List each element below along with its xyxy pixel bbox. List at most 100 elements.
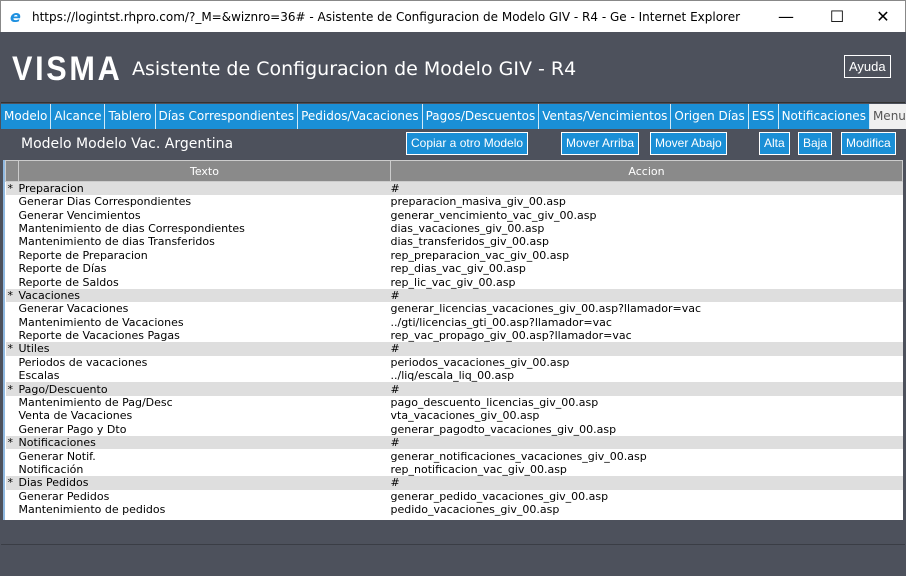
row-texto: Generar Dias Correspondientes	[18, 195, 192, 209]
row-marker	[6, 208, 19, 221]
copy-model-button[interactable]: Copiar a otro Modelo	[406, 132, 529, 155]
group-row[interactable]: * Dias Pedidos #	[5, 476, 903, 490]
tab-modelo[interactable]: Modelo	[1, 104, 52, 129]
minimize-button[interactable]: —	[776, 7, 796, 26]
row-marker	[6, 490, 19, 503]
row-accion: periodos_vacaciones_giv_00.asp	[390, 355, 570, 369]
row-accion: #	[390, 181, 903, 195]
row-texto: Escalas	[18, 369, 60, 383]
table-row[interactable]: Reporte de Preparacion rep_preparacion_va…	[6, 249, 903, 262]
row-marker	[6, 222, 19, 235]
delete-button[interactable]: Baja	[798, 132, 833, 155]
table-row[interactable]: Generar Dias Correspondientes preparacion…	[6, 195, 903, 208]
row-marker	[6, 235, 19, 248]
row-texto: Generar Notif.	[18, 449, 96, 463]
tab-pedidos-vacaciones[interactable]: Pedidos/Vacaciones	[298, 104, 423, 129]
model-name: Modelo Modelo Vac. Argentina	[21, 136, 234, 152]
row-texto: Mantenimiento de Pag/Desc	[18, 396, 173, 410]
row-texto: Notificación	[18, 463, 84, 476]
close-button[interactable]: ✕	[873, 7, 893, 26]
row-texto: Mantenimiento de pedidos	[18, 503, 166, 517]
table-row[interactable]: Mantenimiento de pedidos pedido_vacacione…	[6, 503, 903, 516]
table-row[interactable]: Mantenimiento de dias Correspondientes di…	[6, 222, 903, 235]
help-button[interactable]: Ayuda	[844, 55, 891, 78]
table-row[interactable]: Reporte de Vacaciones Pagas rep_vac_propa…	[6, 329, 903, 342]
tab-ess[interactable]: ESS	[748, 104, 779, 129]
row-marker: *	[5, 288, 19, 303]
row-accion: rep_vac_propago_giv_00.asp?llamador=vac	[390, 329, 632, 343]
row-texto: Generar Vencimientos	[18, 208, 141, 222]
tab-d-as-correspondientes[interactable]: Días Correspondientes	[155, 104, 299, 129]
row-texto: Reporte de Días	[18, 262, 107, 276]
group-row[interactable]: * Utiles #	[5, 342, 903, 356]
add-button[interactable]: Alta	[759, 132, 790, 155]
window-titlebar: e https://logintst.rhpro.com/?_M=&wiznro…	[0, 0, 906, 32]
group-row[interactable]: * Notificaciones #	[5, 436, 903, 450]
edit-button[interactable]: Modifica	[841, 132, 896, 155]
row-marker	[6, 463, 19, 476]
move-up-button[interactable]: Mover Arriba	[561, 132, 640, 155]
tab-ventas-vencimientos[interactable]: Ventas/Vencimientos	[539, 104, 672, 129]
visma-logo: VISMA	[12, 50, 123, 88]
row-texto: Reporte de Saldos	[18, 275, 119, 289]
row-texto: Reporte de Vacaciones Pagas	[18, 329, 180, 343]
row-accion: generar_pagodto_vacaciones_giv_00.asp	[390, 422, 617, 436]
row-texto: Mantenimiento de Vacaciones	[18, 315, 184, 329]
group-row[interactable]: * Pago/Descuento #	[5, 382, 903, 396]
row-accion: generar_notificaciones_vacaciones_giv_00…	[390, 449, 647, 463]
row-accion: #	[390, 288, 903, 303]
row-accion: rep_dias_vac_giv_00.asp	[390, 262, 526, 276]
table-row[interactable]: Generar Notif. generar_notificaciones_vac…	[6, 449, 903, 463]
table-row[interactable]: Generar Vacaciones generar_licencias_vaca…	[6, 302, 903, 315]
row-marker	[6, 316, 19, 329]
row-marker	[6, 275, 19, 288]
col-marker	[5, 160, 19, 182]
menu-table: Texto Accion * Preparacion # Generar Dias C…	[3, 160, 903, 520]
row-accion: generar_licencias_vacaciones_giv_00.asp?…	[390, 302, 702, 316]
row-marker	[6, 409, 19, 422]
row-texto: Generar Vacaciones	[18, 302, 129, 316]
maximize-button[interactable]: ☐	[827, 7, 847, 26]
tab-pagos-descuentos[interactable]: Pagos/Descuentos	[422, 104, 540, 129]
tab-origen-d-as[interactable]: Origen Días	[671, 104, 749, 129]
row-accion: vta_vacaciones_giv_00.asp	[390, 409, 540, 423]
table-row[interactable]: Mantenimiento de Vacaciones ../gti/licenc…	[6, 316, 903, 329]
tab-menu[interactable]: Menu	[869, 104, 906, 129]
row-texto: Generar Pago y Dto	[18, 422, 127, 436]
toolbar: Modelo Modelo Vac. Argentina Copiar a ot…	[1, 129, 905, 159]
table-row[interactable]: Generar Pedidos generar_pedido_vacaciones…	[6, 490, 903, 503]
internet-explorer-icon: e	[10, 6, 21, 26]
move-down-button[interactable]: Mover Abajo	[650, 132, 727, 155]
tab-notificaciones[interactable]: Notificaciones	[778, 104, 870, 129]
table-row[interactable]: Periodos de vacaciones periodos_vacacione…	[6, 356, 903, 369]
row-marker: *	[5, 382, 19, 396]
group-row[interactable]: * Vacaciones #	[5, 288, 903, 303]
table-row[interactable]: Reporte de Días rep_dias_vac_giv_00.asp	[6, 262, 903, 275]
table-row[interactable]: Venta de Vacaciones vta_vacaciones_giv_00…	[6, 409, 903, 422]
table-row[interactable]: Generar Vencimientos generar_vencimiento_…	[6, 208, 903, 222]
row-marker	[6, 249, 19, 262]
row-accion: rep_notificacion_vac_giv_00.asp	[390, 463, 567, 476]
row-texto: Mantenimiento de dias Transferidos	[18, 235, 215, 249]
row-texto: Mantenimiento de dias Correspondientes	[18, 221, 245, 235]
table-row[interactable]: Escalas ../liq/escala_liq_00.asp	[6, 369, 903, 382]
group-row[interactable]: * Preparacion #	[5, 181, 903, 195]
row-marker	[6, 302, 19, 315]
table-row[interactable]: Notificación rep_notificacion_vac_giv_00.…	[6, 463, 903, 476]
table-row[interactable]: Mantenimiento de dias Transferidos dias_t…	[6, 235, 903, 248]
table-row[interactable]: Reporte de Saldos rep_lic_vac_giv_00.asp	[6, 275, 903, 289]
tab-alcance[interactable]: Alcance	[51, 104, 106, 129]
row-marker: *	[5, 436, 19, 450]
row-accion: #	[390, 382, 903, 396]
row-accion: #	[390, 436, 903, 450]
row-accion: ../gti/licencias_gti_00.asp?llamador=vac	[390, 315, 612, 329]
row-accion: preparacion_masiva_giv_00.asp	[390, 195, 566, 209]
row-marker	[6, 449, 19, 462]
row-marker	[6, 503, 19, 516]
row-texto: Venta de Vacaciones	[18, 409, 133, 423]
table-row[interactable]: Generar Pago y Dto generar_pagodto_vacaci…	[6, 423, 903, 436]
row-texto: Dias Pedidos	[18, 476, 391, 490]
table-row[interactable]: Mantenimiento de Pag/Desc pago_descuento_…	[6, 396, 903, 409]
row-texto: Preparacion	[18, 181, 391, 195]
tab-tablero[interactable]: Tablero	[105, 104, 156, 129]
